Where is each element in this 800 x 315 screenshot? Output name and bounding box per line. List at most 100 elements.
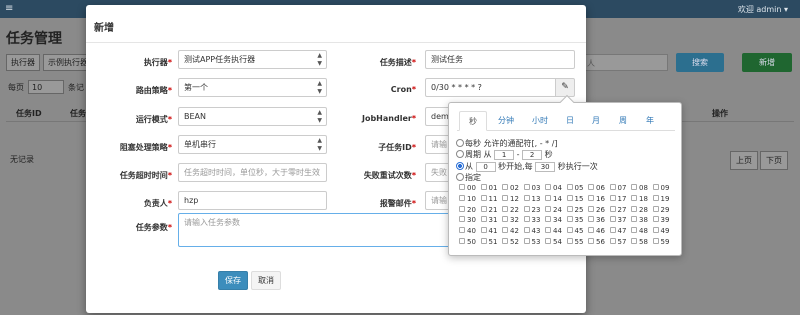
- block-select[interactable]: 单机串行 ▲ ▼: [178, 135, 327, 154]
- second-checkbox[interactable]: 13: [523, 194, 540, 203]
- second-checkbox[interactable]: 24: [545, 205, 562, 214]
- second-checkbox[interactable]: 27: [609, 205, 626, 214]
- desc-input[interactable]: 测试任务: [425, 50, 575, 69]
- option-every[interactable]: 每秒 允许的通配符[, - * /]: [456, 138, 558, 149]
- second-checkbox[interactable]: 54: [545, 238, 562, 246]
- second-checkbox[interactable]: 43: [523, 227, 540, 235]
- checkbox-icon[interactable]: [631, 205, 637, 212]
- search-button[interactable]: 搜索: [676, 53, 724, 72]
- checkbox-icon[interactable]: [523, 227, 530, 234]
- second-checkbox[interactable]: 59: [652, 238, 669, 246]
- checkbox-icon[interactable]: [459, 227, 465, 234]
- second-checkbox[interactable]: 56: [588, 238, 605, 246]
- second-checkbox[interactable]: 31: [480, 216, 497, 224]
- cancel-button[interactable]: 取消: [251, 271, 281, 290]
- option-cycle[interactable]: 周期 从 1 - 2 秒: [456, 149, 553, 160]
- add-button[interactable]: 新增: [742, 53, 792, 72]
- second-checkbox[interactable]: 04: [545, 184, 562, 192]
- second-checkbox[interactable]: 15: [566, 194, 583, 203]
- second-checkbox[interactable]: 14: [545, 194, 562, 203]
- checkbox-icon[interactable]: [459, 238, 465, 244]
- checkbox-icon[interactable]: [523, 194, 530, 201]
- second-checkbox[interactable]: 55: [566, 238, 583, 246]
- second-checkbox[interactable]: 40: [459, 227, 476, 235]
- second-checkbox[interactable]: 25: [566, 205, 583, 214]
- next-page-button[interactable]: 下页: [760, 151, 788, 170]
- checkbox-icon[interactable]: [545, 184, 551, 190]
- second-checkbox[interactable]: 58: [631, 238, 648, 246]
- checkbox-icon[interactable]: [652, 227, 659, 234]
- second-checkbox[interactable]: 10: [459, 194, 476, 203]
- second-checkbox[interactable]: 47: [609, 227, 626, 235]
- checkbox-icon[interactable]: [480, 184, 487, 190]
- checkbox-icon[interactable]: [652, 194, 659, 201]
- radio-selected-icon[interactable]: [456, 162, 464, 170]
- checkbox-icon[interactable]: [523, 205, 530, 212]
- checkbox-icon[interactable]: [502, 227, 508, 234]
- checkbox-icon[interactable]: [545, 194, 551, 201]
- executor-select[interactable]: 测试APP任务执行器 ▲ ▼: [178, 50, 327, 69]
- checkbox-icon[interactable]: [609, 216, 616, 223]
- route-select[interactable]: 第一个 ▲ ▼: [178, 78, 327, 97]
- checkbox-icon[interactable]: [631, 194, 637, 201]
- checkbox-icon[interactable]: [588, 184, 594, 190]
- checkbox-icon[interactable]: [609, 184, 616, 190]
- save-button[interactable]: 保存: [218, 271, 248, 290]
- second-checkbox[interactable]: 30: [459, 216, 476, 224]
- checkbox-icon[interactable]: [545, 205, 551, 212]
- checkbox-icon[interactable]: [652, 238, 659, 244]
- second-checkbox[interactable]: 45: [566, 227, 583, 235]
- checkbox-icon[interactable]: [566, 216, 573, 223]
- author-search-input[interactable]: 人: [582, 54, 668, 71]
- second-checkbox[interactable]: 57: [609, 238, 626, 246]
- checkbox-icon[interactable]: [523, 184, 530, 190]
- second-checkbox[interactable]: 46: [588, 227, 605, 235]
- second-checkbox[interactable]: 02: [502, 184, 519, 192]
- checkbox-icon[interactable]: [480, 205, 487, 212]
- checkbox-icon[interactable]: [502, 205, 508, 212]
- checkbox-icon[interactable]: [566, 238, 573, 244]
- checkbox-icon[interactable]: [545, 238, 551, 244]
- checkbox-icon[interactable]: [523, 238, 530, 244]
- checkbox-icon[interactable]: [480, 227, 487, 234]
- checkbox-icon[interactable]: [588, 205, 594, 212]
- tab-week[interactable]: 周: [612, 111, 634, 131]
- checkbox-icon[interactable]: [480, 194, 487, 201]
- page-size-select[interactable]: 10: [28, 80, 64, 94]
- checkbox-icon[interactable]: [588, 238, 594, 244]
- option-specify[interactable]: 指定: [456, 172, 481, 183]
- second-checkbox[interactable]: 49: [652, 227, 669, 235]
- tab-second[interactable]: 秒: [459, 111, 487, 131]
- from-step-input[interactable]: 30: [535, 162, 556, 172]
- second-checkbox[interactable]: 00: [459, 184, 476, 192]
- second-checkbox[interactable]: 52: [502, 238, 519, 246]
- checkbox-icon[interactable]: [502, 194, 508, 201]
- checkbox-icon[interactable]: [631, 184, 637, 190]
- tab-year[interactable]: 年: [639, 111, 661, 131]
- prev-page-button[interactable]: 上页: [730, 151, 758, 170]
- checkbox-icon[interactable]: [631, 238, 637, 244]
- second-checkbox[interactable]: 53: [523, 238, 540, 246]
- checkbox-icon[interactable]: [609, 238, 616, 244]
- cron-input[interactable]: 0/30 * * * * ?: [425, 78, 556, 97]
- second-checkbox[interactable]: 32: [502, 216, 519, 224]
- checkbox-icon[interactable]: [480, 238, 487, 244]
- checkbox-icon[interactable]: [545, 227, 551, 234]
- tab-hour[interactable]: 小时: [525, 111, 555, 131]
- second-checkbox[interactable]: 38: [631, 216, 648, 224]
- second-checkbox[interactable]: 41: [480, 227, 497, 235]
- tab-minute[interactable]: 分钟: [489, 111, 523, 131]
- from-start-input[interactable]: 0: [475, 162, 496, 172]
- user-menu[interactable]: 欢迎 admin ▾: [738, 4, 788, 15]
- checkbox-icon[interactable]: [459, 216, 465, 223]
- checkbox-icon[interactable]: [609, 227, 616, 234]
- second-checkbox[interactable]: 28: [631, 205, 648, 214]
- cycle-to-input[interactable]: 2: [522, 150, 543, 160]
- checkbox-icon[interactable]: [588, 227, 594, 234]
- checkbox-icon[interactable]: [566, 194, 573, 201]
- option-from[interactable]: 从 0 秒开始,每 30 秒执行一次: [456, 161, 598, 172]
- second-checkbox[interactable]: 29: [652, 205, 669, 214]
- second-checkbox[interactable]: 18: [631, 194, 648, 203]
- checkbox-icon[interactable]: [609, 205, 616, 212]
- checkbox-icon[interactable]: [523, 216, 530, 223]
